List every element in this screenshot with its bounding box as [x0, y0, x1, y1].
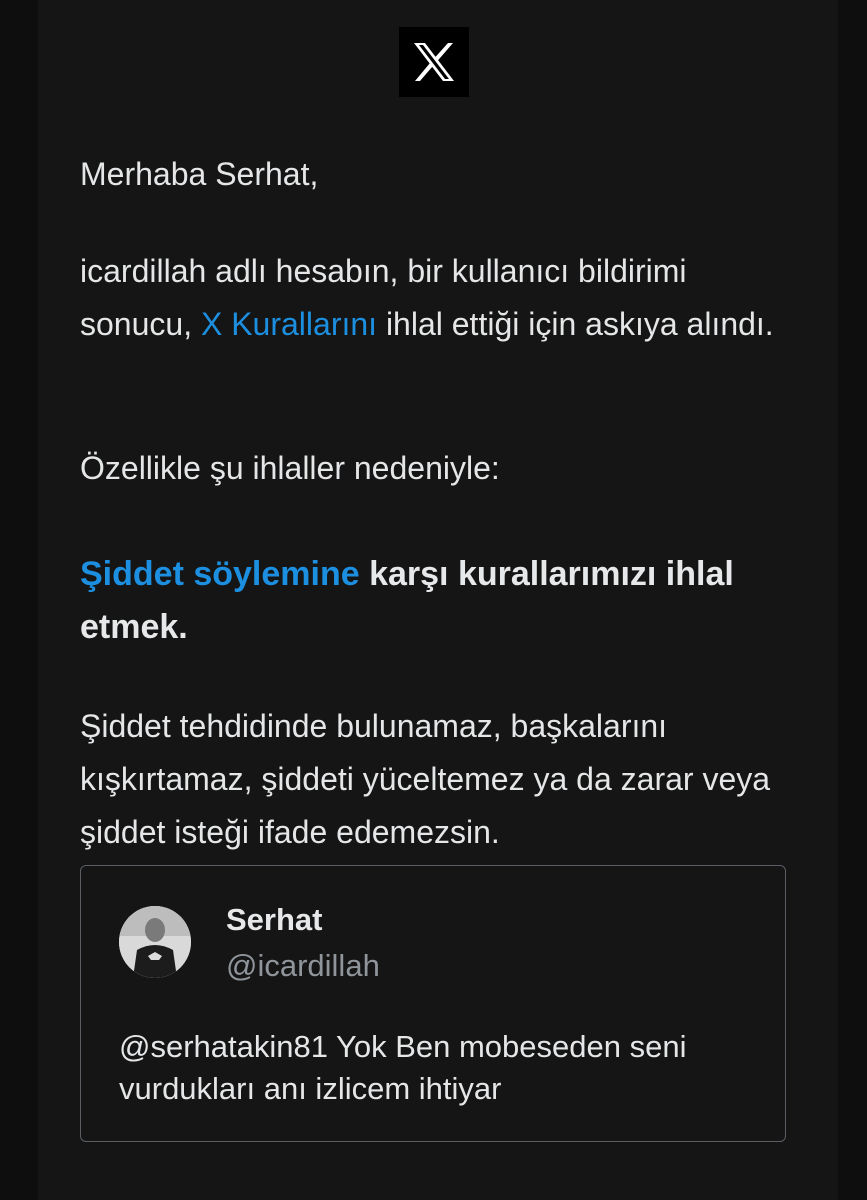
policy-description: Şiddet tehdidinde bulunamaz, başkalarını… [80, 708, 771, 850]
violation-headline: Şiddet söylemine karşı kurallarımızı ihl… [80, 548, 800, 654]
reported-tweet-card[interactable]: Serhat @icardillah @serhatakin81 Yok Ben… [80, 865, 786, 1142]
violent-speech-link[interactable]: Şiddet söylemine [80, 555, 360, 593]
tweet-text: @serhatakin81 Yok Ben mobeseden seni vur… [119, 1029, 687, 1106]
tweet-author-name: Serhat [226, 902, 323, 937]
page: Merhaba Serhat, icardillah adlı hesabın,… [0, 0, 867, 1200]
x-logo-icon [399, 27, 469, 97]
greeting-text: Merhaba Serhat, [80, 156, 319, 192]
tweet-author-handle: @icardillah [226, 948, 380, 983]
violations-intro: Özellikle şu ihlaller nedeniyle: [80, 450, 500, 486]
notice-text-end: ihlal ettiği için askıya alındı. [377, 306, 774, 342]
user-avatar [119, 906, 191, 978]
x-rules-link[interactable]: X Kurallarını [201, 306, 377, 342]
suspension-notice: icardillah adlı hesabın, bir kullanıcı b… [80, 245, 800, 351]
